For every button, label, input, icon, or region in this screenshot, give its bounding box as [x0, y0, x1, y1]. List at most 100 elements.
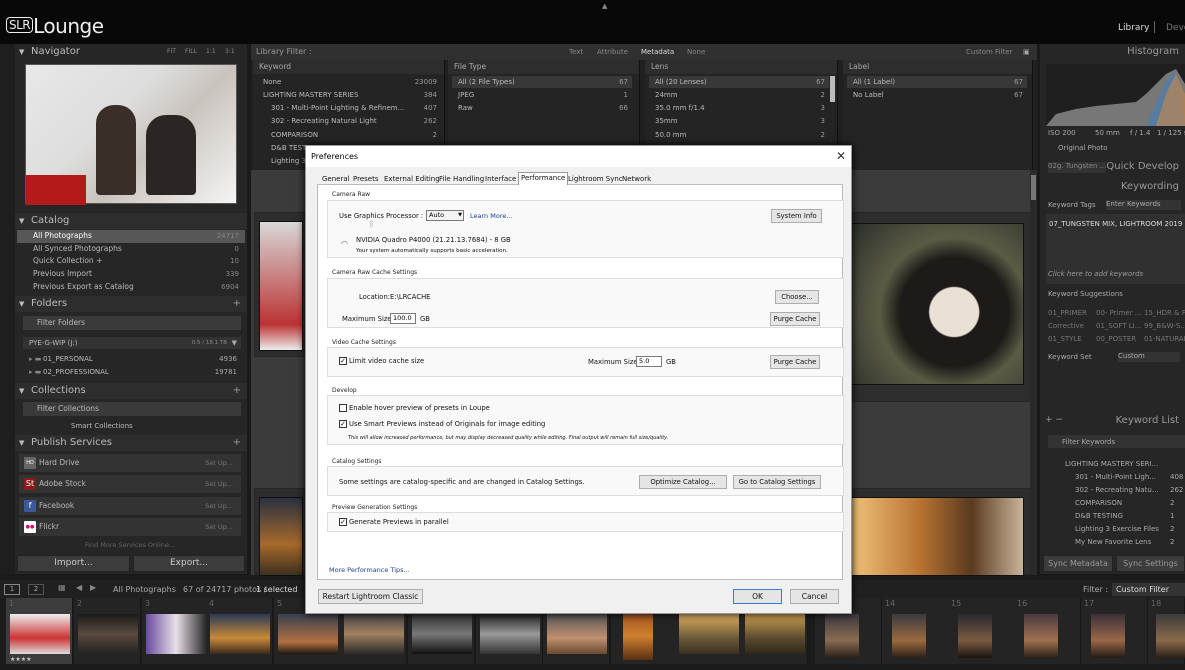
- filmstrip-thumbnail[interactable]: [278, 614, 338, 654]
- setup-link[interactable]: Set Up...: [205, 518, 233, 536]
- filmstrip-cell[interactable]: 1 ★★★★: [6, 598, 73, 664]
- suggestion[interactable]: 01-NATURAL: [1144, 335, 1185, 343]
- forward-arrow-icon[interactable]: ▶: [90, 583, 96, 592]
- setup-link[interactable]: Set Up...: [205, 475, 233, 493]
- filmstrip-thumbnail[interactable]: [10, 614, 70, 654]
- navigator-preview[interactable]: [25, 64, 237, 205]
- catalog-item[interactable]: Previous Import 339: [17, 268, 245, 281]
- keyword-list-item[interactable]: My New Favorite Lens 2: [1075, 538, 1174, 546]
- filmstrip-thumbnail[interactable]: [344, 614, 404, 654]
- setup-link[interactable]: Set Up...: [205, 454, 233, 472]
- keyword-row[interactable]: COMPARISON 2: [257, 129, 441, 141]
- keyword-list-item[interactable]: 301 - Multi-Point Ligh... 408: [1075, 473, 1183, 481]
- publish-facebook[interactable]: f Facebook Set Up...: [19, 497, 241, 515]
- grid-view-icon[interactable]: ▦: [58, 583, 66, 592]
- label-row[interactable]: No Label 67: [847, 89, 1027, 101]
- filmstrip-thumbnail[interactable]: [679, 614, 739, 654]
- filter-collections-input[interactable]: Filter Collections: [23, 402, 241, 416]
- cancel-button[interactable]: Cancel: [790, 589, 839, 604]
- filmstrip-thumbnail[interactable]: [78, 614, 138, 654]
- smart-previews-checkbox[interactable]: ✓: [339, 420, 347, 428]
- add-collection-icon[interactable]: +: [233, 383, 241, 399]
- grid-scrollbar-track[interactable]: [1030, 170, 1037, 575]
- hover-preview-checkbox[interactable]: [339, 404, 347, 412]
- catalog-item[interactable]: All Synced Photographs 0: [17, 243, 245, 256]
- filmstrip-thumbnail[interactable]: [146, 614, 206, 654]
- filter-metadata-option[interactable]: Metadata: [641, 44, 674, 60]
- column-header[interactable]: Lens: [645, 60, 837, 74]
- filmstrip-thumbnail[interactable]: [745, 614, 805, 654]
- keyword-row[interactable]: 301 - Multi-Point Lighting & Refinem... 4…: [257, 102, 441, 114]
- module-develop[interactable]: Deve: [1166, 23, 1185, 33]
- publish-hard-drive[interactable]: HD Hard Drive Set Up...: [19, 454, 241, 472]
- filmstrip-thumbnail[interactable]: [958, 614, 992, 658]
- original-photo-label[interactable]: Original Photo: [1058, 144, 1108, 152]
- lens-row[interactable]: 50.0 mm 2: [649, 129, 829, 141]
- close-icon[interactable]: ✕: [836, 147, 846, 165]
- sync-metadata-button[interactable]: Sync Metadata: [1043, 555, 1113, 572]
- filmstrip-thumbnail[interactable]: [892, 614, 926, 658]
- import-button[interactable]: Import...: [17, 555, 130, 572]
- collapse-top-icon[interactable]: ▲: [602, 2, 607, 10]
- lens-row[interactable]: 35.0 mm f/1.4 3: [649, 102, 829, 114]
- filmstrip-thumbnail[interactable]: [480, 614, 540, 654]
- filmstrip-thumbnail[interactable]: [825, 614, 859, 658]
- filmstrip-thumbnail[interactable]: [412, 614, 472, 654]
- system-info-button[interactable]: System Info: [771, 209, 822, 223]
- quick-develop-header[interactable]: Quick Develop: [1040, 159, 1185, 175]
- sync-settings-button[interactable]: Sync Settings: [1116, 555, 1185, 572]
- learn-more-link[interactable]: Learn More...: [470, 212, 513, 220]
- source-label[interactable]: All Photographs: [113, 585, 176, 594]
- keyword-list-item[interactable]: 302 - Recreating Natu... 262: [1075, 486, 1183, 494]
- filmstrip-cell[interactable]: 4: [206, 598, 273, 664]
- filmstrip-thumbnail[interactable]: [623, 612, 653, 660]
- publish-adobe-stock[interactable]: St Adobe Stock Set Up...: [19, 475, 241, 493]
- file-type-row[interactable]: JPEG 1: [452, 89, 632, 101]
- keyword-set-select[interactable]: Custom: [1118, 352, 1180, 362]
- photo-thumbnail[interactable]: [850, 223, 1024, 385]
- photo-thumbnail[interactable]: [259, 221, 303, 351]
- filter-attribute-option[interactable]: Attribute: [597, 44, 628, 60]
- photo-thumbnail[interactable]: [850, 497, 1024, 576]
- find-more-services[interactable]: Find More Services Online...: [19, 540, 241, 548]
- column-header[interactable]: File Type: [448, 60, 639, 74]
- scrollbar[interactable]: [830, 76, 835, 102]
- page-2-button[interactable]: 2: [28, 584, 44, 595]
- keyword-list-header[interactable]: Keyword List: [1040, 413, 1185, 429]
- go-to-catalog-settings-button[interactable]: Go to Catalog Settings: [733, 475, 821, 489]
- dropdown-icon[interactable]: ▼: [232, 337, 237, 349]
- restart-lightroom-button[interactable]: Restart Lightroom Classic: [318, 589, 423, 604]
- lens-row[interactable]: 35mm 3: [649, 115, 829, 127]
- filmstrip-cell[interactable]: 14: [882, 598, 949, 664]
- file-type-row[interactable]: Raw 66: [452, 102, 632, 114]
- file-type-row[interactable]: All (2 File Types) 67: [452, 76, 632, 88]
- filmstrip-thumbnail[interactable]: [1091, 614, 1125, 658]
- filter-none-option[interactable]: None: [687, 44, 705, 60]
- column-header[interactable]: Keyword: [253, 60, 444, 74]
- purge-video-cache-button[interactable]: Purge Cache: [770, 355, 820, 369]
- keyword-tags-select[interactable]: Enter Keywords: [1106, 200, 1181, 210]
- zoom-3-1[interactable]: 3:1: [225, 44, 235, 60]
- photo-thumbnail[interactable]: [259, 497, 303, 576]
- suggestion[interactable]: 15_HDR & P...: [1144, 309, 1185, 317]
- suggestion[interactable]: Corrective: [1048, 322, 1084, 330]
- publish-header[interactable]: ▼ Publish Services +: [15, 435, 247, 451]
- ok-button[interactable]: OK: [733, 589, 782, 604]
- keyword-list-item[interactable]: LIGHTING MASTERY SERI...: [1065, 460, 1158, 468]
- keyword-list-item[interactable]: Lighting 3 Exercise Files 2: [1075, 525, 1174, 533]
- filmstrip-cell[interactable]: 17: [1081, 598, 1148, 664]
- catalog-header[interactable]: ▼ Catalog: [15, 213, 247, 229]
- filmstrip-thumbnail[interactable]: [1024, 614, 1058, 658]
- lens-row[interactable]: 24mm 2: [649, 89, 829, 101]
- tab-performance[interactable]: Performance: [518, 172, 569, 185]
- folders-header[interactable]: ▼ Folders +: [15, 296, 247, 312]
- add-folder-icon[interactable]: +: [233, 296, 241, 312]
- grid-cell[interactable]: [845, 212, 1035, 402]
- lens-row[interactable]: All (20 Lenses) 67: [649, 76, 829, 88]
- zoom-fit[interactable]: FIT: [167, 44, 176, 60]
- filmstrip-cell[interactable]: 16: [1014, 598, 1081, 664]
- histogram-header[interactable]: Histogram: [1040, 44, 1185, 60]
- filter-text-option[interactable]: Text: [569, 44, 583, 60]
- folder-item[interactable]: ▸ ▬ 02_PROFESSIONAL 19781: [23, 366, 241, 378]
- column-header[interactable]: Label: [843, 60, 1032, 74]
